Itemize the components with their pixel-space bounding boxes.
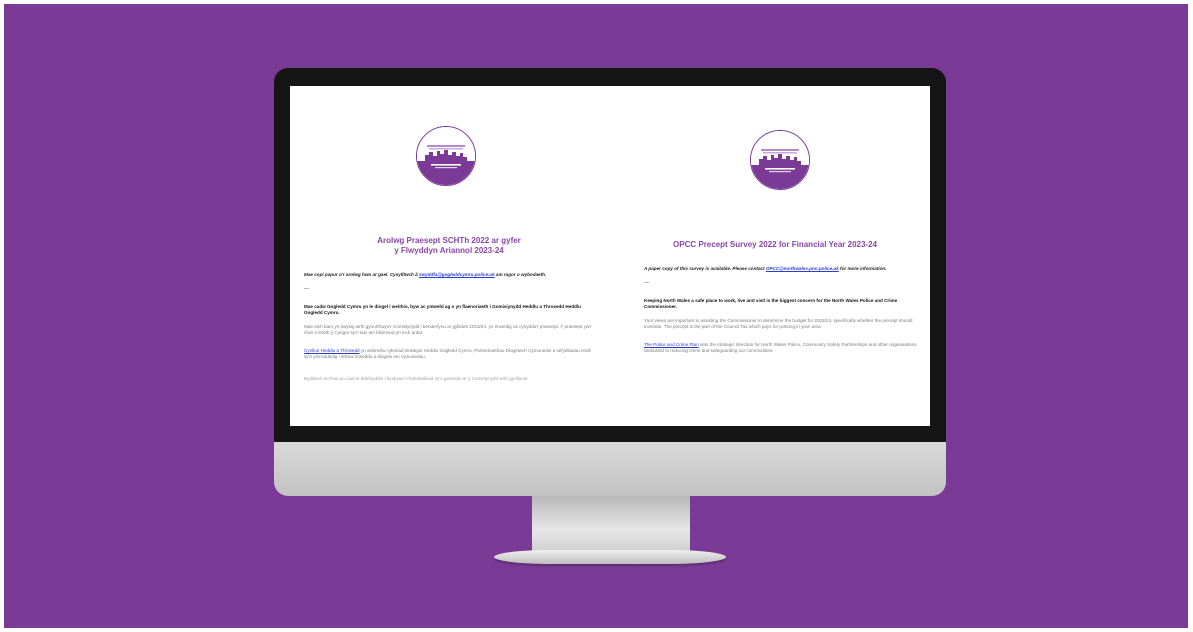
welsh-title-line-2: y Flwyddyn Ariannol 2023-24 [394,246,504,255]
welsh-survey-title: Arolwg Praesept SCHTh 2022 ar gyfer y Fl… [290,236,608,256]
welsh-survey-page: Arolwg Praesept SCHTh 2022 ar gyfer y Fl… [290,86,608,426]
pcc-logo-icon [750,130,810,190]
english-body-paragraph-1: Your views are important in assisting th… [644,318,913,330]
monitor-stand [532,496,690,552]
english-police-crime-plan-link[interactable]: The Police and Crime Plan [644,342,699,347]
english-heading-text: Keeping North Wales a safe place to work… [644,298,898,310]
pcc-logo-icon [416,126,476,186]
english-survey-page: OPCC Precept Survey 2022 for Financial Y… [620,86,930,426]
monitor-bezel: Arolwg Praesept SCHTh 2022 ar gyfer y Fl… [274,68,946,442]
welsh-body-paragraph-1: Mae eich barn yn bwysig wrth gynorthwyo'… [304,324,592,336]
english-body-paragraph-2: The Police and Crime Plan sets the strat… [644,342,917,354]
english-survey-title: OPCC Precept Survey 2022 for Financial Y… [673,240,877,249]
english-divider: — [644,280,649,286]
welsh-intro-text: Mae copi papur o'r arolwg hwn ar gael. C… [304,272,547,277]
welsh-body-paragraph-3: Byddwch sicrhau yn cael ei ddefnyddio i … [304,376,528,381]
welsh-contact-email-link[interactable]: swyddfa@gogleddcymru.police.uk [419,272,495,277]
welsh-police-crime-plan-link[interactable]: Cynllun Heddlu a Throsedd [304,348,360,353]
welsh-heading-text: Mae cadw Gogledd Cymru yn le diogel i we… [304,304,581,316]
monitor-stand-base [494,550,726,564]
welsh-title-line-1: Arolwg Praesept SCHTh 2022 ar gyfer [377,236,521,245]
english-intro-text: A paper copy of this survey is available… [644,266,887,271]
monitor-chin [274,442,946,496]
welsh-body-paragraph-2: Cynllun Heddlu a Throsedd yn amlinellu c… [304,348,591,360]
monitor-screen: Arolwg Praesept SCHTh 2022 ar gyfer y Fl… [290,86,930,426]
background-stage: Arolwg Praesept SCHTh 2022 ar gyfer y Fl… [4,4,1188,628]
english-contact-email-link[interactable]: OPCC@northwales.pnn.police.uk [766,266,839,271]
welsh-divider: — [304,286,309,292]
